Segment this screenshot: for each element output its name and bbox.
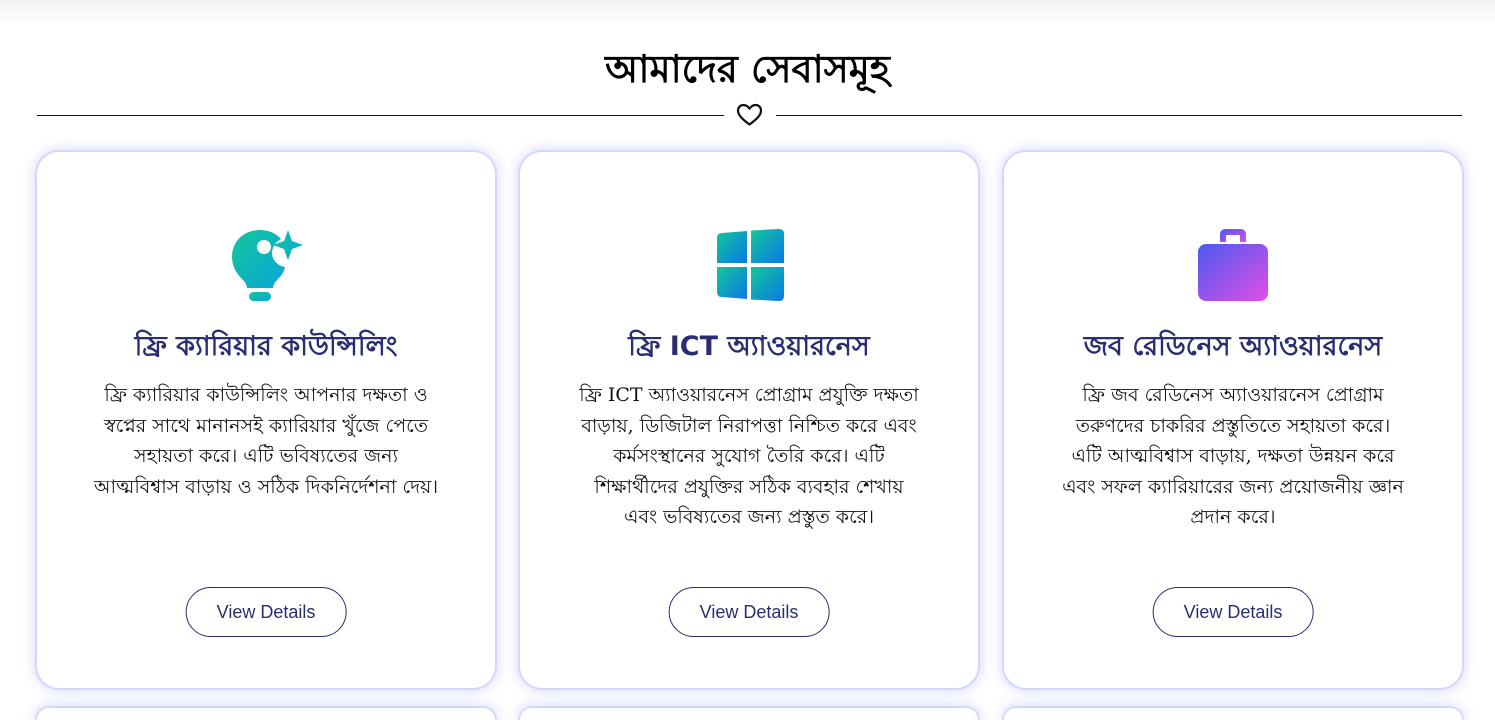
view-details-button[interactable]: View Details — [668, 587, 830, 637]
service-card-job-readiness: জব রেডিনেস অ্যাওয়ারনেস ফ্রি জব রেডিনেস … — [1004, 152, 1462, 688]
view-details-button[interactable]: View Details — [185, 587, 347, 637]
card-description: ফ্রি ICT অ্যাওয়ারনেস প্রোগ্রাম প্রযুক্ত… — [579, 384, 919, 528]
lightbulb-sparkle-icon — [232, 230, 303, 301]
service-card-ict-awareness: ফ্রি ICT অ্যাওয়ারনেস ফ্রি ICT অ্যাওয়ার… — [520, 152, 978, 688]
service-card-career-counseling: ফ্রি ক্যারিয়ার কাউন্সিলিং ফ্রি ক্যারিয়… — [37, 152, 495, 688]
view-details-button[interactable]: View Details — [1152, 587, 1314, 637]
next-card-edge — [520, 708, 978, 720]
windows-icon — [717, 229, 784, 301]
card-description: ফ্রি ক্যারিয়ার কাউন্সিলিং আপনার দক্ষতা … — [93, 384, 439, 498]
top-header-edge — [0, 0, 1495, 26]
card-title: জব রেডিনেস অ্যাওয়ারনেস — [1083, 331, 1383, 362]
heart-icon — [736, 103, 763, 126]
divider-line-right — [776, 115, 1462, 116]
next-card-edge — [1004, 708, 1462, 720]
card-title: ফ্রি ক্যারিয়ার কাউন্সিলিং — [134, 331, 398, 362]
next-card-edge — [37, 708, 495, 720]
card-description: ফ্রি জব রেডিনেস অ্যাওয়ারনেস প্রোগ্রাম ত… — [1062, 384, 1404, 528]
section-title: আমাদের সেবাসমূহ — [605, 47, 890, 91]
briefcase-icon — [1198, 229, 1268, 301]
card-title: ফ্রি ICT অ্যাওয়ারনেস — [628, 331, 870, 362]
divider-line-left — [37, 115, 724, 116]
